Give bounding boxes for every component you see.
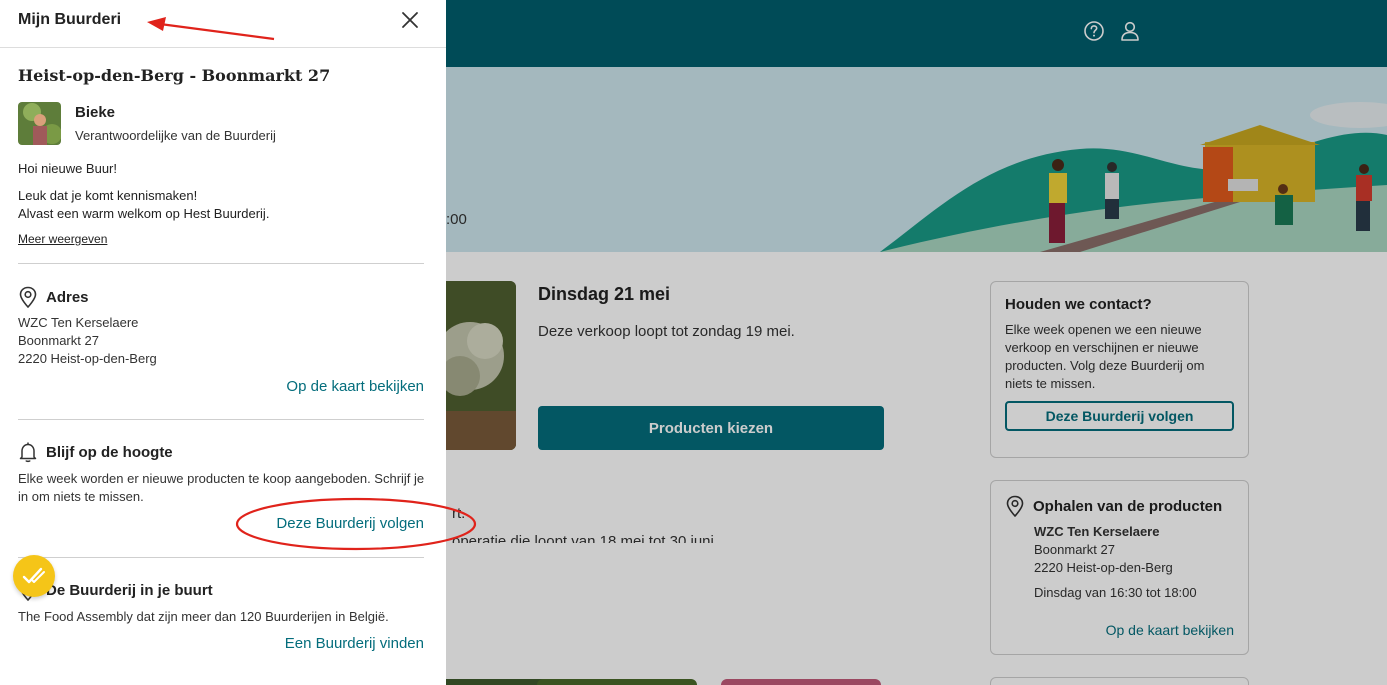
map-link[interactable]: Op de kaart bekijken [286,378,424,395]
nearby-title: De Buurderij in je buurt [46,581,213,599]
message-line: Leuk dat je komt kennismaken! [18,188,198,203]
checkmark-badge[interactable] [13,555,55,597]
host-name: Bieke [75,104,116,121]
updates-text: Elke week worden er nieuwe producten te … [18,471,425,504]
location-pin-icon [19,286,37,308]
show-more-link[interactable]: Meer weergeven [18,232,107,246]
panel-header: Mijn Buurderi [0,0,446,48]
find-farm-link[interactable]: Een Buurderij vinden [285,635,424,652]
address-title: Adres [46,288,89,306]
side-panel: Mijn Buurderi Heist-op-den-Berg - Boonma… [0,0,446,685]
nearby-text: The Food Assembly dat zijn meer dan 120 … [18,609,389,624]
updates-title: Blijf op de hoogte [46,443,173,461]
address-heading: Adres [18,286,89,308]
divider [18,557,424,558]
address-line: 2220 Heist-op-den-Berg [18,351,157,366]
address-line: Boonmarkt 27 [18,333,99,348]
divider [18,419,424,420]
close-icon[interactable] [398,8,422,32]
avatar [18,102,61,145]
updates-heading: Blijf op de hoogte [18,441,173,463]
address-line: WZC Ten Kerselaere [18,315,139,330]
greeting: Hoi nieuwe Buur! [18,161,117,176]
farm-name: Heist-op-den-Berg - Boonmarkt 27 [18,66,331,85]
panel-title: Mijn Buurderi [18,11,122,28]
checkmark-badge-icon [22,567,45,584]
follow-link[interactable]: Deze Buurderij volgen [276,515,424,532]
message-line: Alvast een warm welkom op Hest Buurderij… [18,206,270,221]
divider [18,263,424,264]
host-role: Verantwoordelijke van de Buurderij [75,128,276,143]
bell-icon [19,442,37,463]
